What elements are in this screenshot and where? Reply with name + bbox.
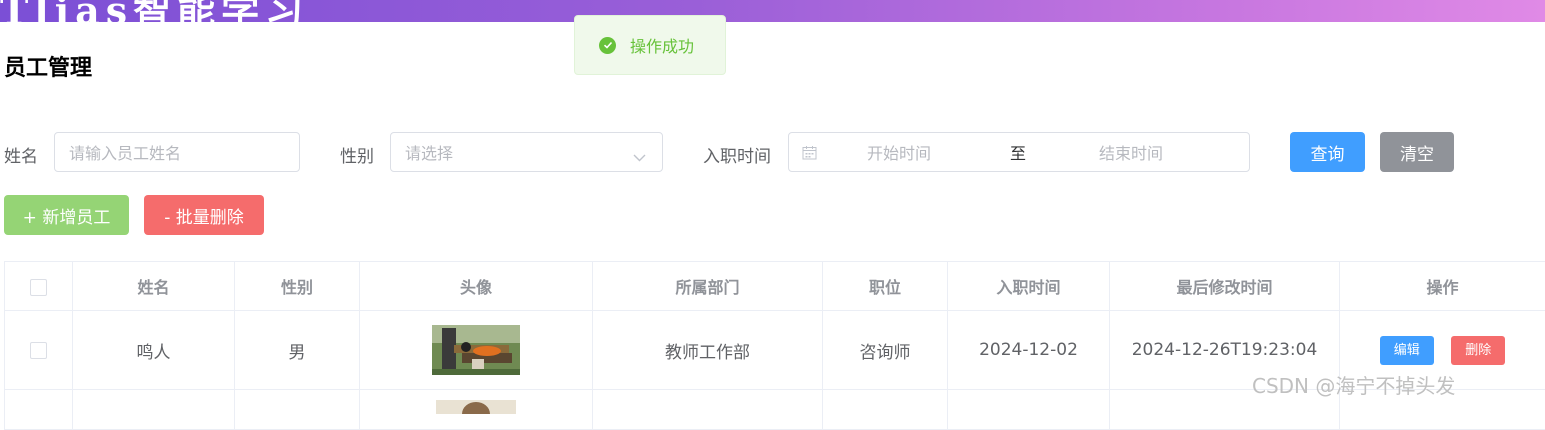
batch-delete-button[interactable]: - 批量删除 [144, 195, 264, 235]
end-date-input[interactable]: 结束时间 [1099, 140, 1163, 164]
column-header: 操作 [1340, 262, 1545, 311]
name-input-placeholder: 请输入员工姓名 [55, 140, 181, 164]
cell-avatar [360, 311, 593, 390]
toast-message: 操作成功 [630, 33, 694, 57]
cell-name: 鸣人 [73, 311, 235, 390]
range-separator: 至 [1010, 140, 1026, 164]
clear-button[interactable]: 清空 [1380, 132, 1454, 172]
query-button[interactable]: 查询 [1290, 132, 1365, 172]
page-title: 员工管理 [4, 50, 92, 82]
app-brand-title: Tlias智能学习 [0, 0, 309, 22]
column-header: 头像 [360, 262, 593, 311]
calendar-icon [802, 145, 817, 164]
cell-avatar [360, 390, 593, 430]
row-checkbox[interactable] [30, 342, 47, 359]
cell-department: 教师工作部 [593, 311, 823, 390]
column-header: 性别 [235, 262, 360, 311]
delete-button[interactable]: 删除 [1451, 336, 1505, 365]
gender-select-placeholder: 请选择 [391, 140, 453, 164]
top-header-bar: Tlias智能学习 [0, 0, 1545, 22]
cell-entry-date [948, 390, 1110, 430]
add-employee-button[interactable]: + 新增员工 [4, 195, 129, 235]
employee-table: 姓名 性别 头像 所属部门 职位 入职时间 最后修改时间 操作 鸣人 男 [4, 261, 1545, 430]
chevron-down-icon [633, 147, 646, 166]
edit-button[interactable]: 编辑 [1380, 336, 1434, 365]
cell-position: 咨询师 [823, 311, 948, 390]
avatar-image [436, 400, 516, 414]
column-header: 入职时间 [948, 262, 1110, 311]
cell-department [593, 390, 823, 430]
start-date-input[interactable]: 开始时间 [867, 140, 931, 164]
column-header: 最后修改时间 [1110, 262, 1340, 311]
name-label: 姓名 [4, 142, 38, 167]
cell-position [823, 390, 948, 430]
column-header: 所属部门 [593, 262, 823, 311]
select-all-checkbox[interactable] [30, 279, 47, 296]
column-header: 职位 [823, 262, 948, 311]
success-toast: 操作成功 [574, 15, 726, 75]
cell-gender: 男 [235, 311, 360, 390]
row-select-cell[interactable] [5, 390, 73, 430]
row-select-cell[interactable] [5, 311, 73, 390]
gender-select[interactable]: 请选择 [390, 132, 663, 172]
check-circle-icon [599, 37, 616, 54]
entry-date-label: 入职时间 [703, 142, 771, 167]
avatar-image [432, 325, 520, 375]
table-header-row: 姓名 性别 头像 所属部门 职位 入职时间 最后修改时间 操作 [5, 262, 1545, 311]
column-header: 姓名 [73, 262, 235, 311]
gender-label: 性别 [340, 142, 374, 167]
cell-gender [235, 390, 360, 430]
select-all-cell[interactable] [5, 262, 73, 311]
csdn-watermark: CSDN @海宁不掉头发 [1252, 370, 1455, 399]
cell-name [73, 390, 235, 430]
name-search-input[interactable]: 请输入员工姓名 [54, 132, 300, 172]
entry-date-range-picker[interactable]: 开始时间 至 结束时间 [788, 132, 1250, 172]
cell-entry-date: 2024-12-02 [948, 311, 1110, 390]
